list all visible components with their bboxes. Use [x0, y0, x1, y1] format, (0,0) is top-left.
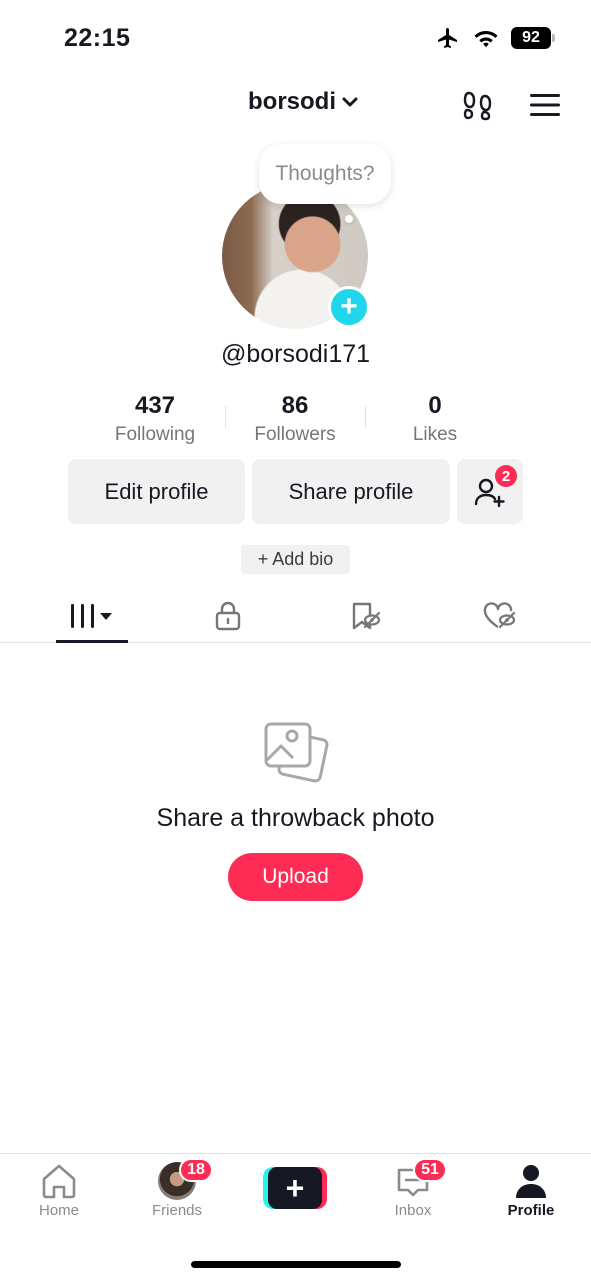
empty-state-title: Share a throwback photo [156, 804, 435, 832]
thought-bubble[interactable]: Thoughts? [259, 144, 391, 204]
add-friends-button[interactable]: 2 [457, 459, 523, 524]
status-bar: 22:15 92 [0, 0, 591, 80]
friend-requests-badge: 2 [495, 465, 517, 487]
videos-grid-icon [71, 604, 112, 628]
inbox-icon: 51 [393, 1158, 447, 1200]
tab-liked[interactable] [480, 590, 520, 642]
stat-followers[interactable]: 86 Followers [225, 392, 365, 452]
status-time: 22:15 [64, 24, 131, 52]
stat-label: Following [114, 424, 196, 445]
nav-label: Profile [507, 1202, 555, 1219]
stat-following[interactable]: 437 Following [85, 392, 225, 452]
tab-videos[interactable] [56, 590, 128, 643]
add-story-button[interactable]: + [328, 286, 370, 328]
stat-label: Followers [254, 424, 336, 445]
stat-value: 437 [134, 392, 176, 419]
liked-hidden-icon [483, 602, 516, 629]
stat-label: Likes [412, 424, 458, 445]
nav-home[interactable]: Home [19, 1162, 99, 1219]
lock-icon [215, 601, 241, 631]
friends-badge: 18 [179, 1158, 213, 1182]
nav-profile[interactable]: Profile [491, 1162, 571, 1219]
menu-icon[interactable] [528, 90, 562, 120]
add-bio-button[interactable]: + Add bio [241, 545, 350, 574]
stat-value: 0 [428, 392, 442, 419]
tab-saved[interactable] [345, 590, 385, 642]
account-switcher[interactable]: borsodi [248, 88, 360, 116]
saved-hidden-icon [352, 602, 381, 630]
stat-value: 86 [281, 392, 309, 419]
wifi-icon [474, 30, 498, 48]
nav-inbox[interactable]: 51 Inbox [373, 1158, 453, 1219]
profile-actions: Edit profile Share profile 2 [68, 459, 523, 524]
plus-icon: + [268, 1167, 322, 1209]
upload-button[interactable]: Upload [228, 853, 363, 901]
profile-icon [516, 1165, 546, 1198]
profile-stats: 437 Following 86 Followers 0 Likes [85, 392, 505, 452]
inbox-badge: 51 [413, 1158, 447, 1182]
edit-profile-button[interactable]: Edit profile [68, 459, 245, 524]
status-icons: 92 [435, 26, 555, 50]
nav-label: Friends [151, 1202, 203, 1219]
share-profile-button[interactable]: Share profile [252, 459, 450, 524]
profile-header: borsodi [0, 80, 591, 130]
stat-likes[interactable]: 0 Likes [365, 392, 505, 452]
tab-private[interactable] [208, 590, 248, 642]
thought-bubble-tail [345, 215, 353, 223]
chevron-down-icon [342, 97, 358, 107]
airplane-icon [438, 28, 457, 48]
profile-tabs [0, 590, 591, 643]
nav-friends[interactable]: 18 Friends [137, 1158, 217, 1219]
profile-handle: @borsodi171 [220, 340, 371, 368]
home-icon [42, 1164, 76, 1199]
header-username: borsodi [248, 88, 336, 115]
profile-avatar-area: + [222, 183, 370, 329]
footprint-icon[interactable] [462, 88, 496, 122]
home-indicator[interactable] [191, 1261, 401, 1268]
battery-icon: 92 [511, 27, 555, 49]
create-button[interactable]: + [263, 1167, 327, 1209]
photos-icon [264, 722, 329, 783]
friends-icon: 18 [157, 1158, 213, 1200]
nav-label: Inbox [394, 1202, 432, 1219]
nav-label: Home [38, 1202, 79, 1219]
